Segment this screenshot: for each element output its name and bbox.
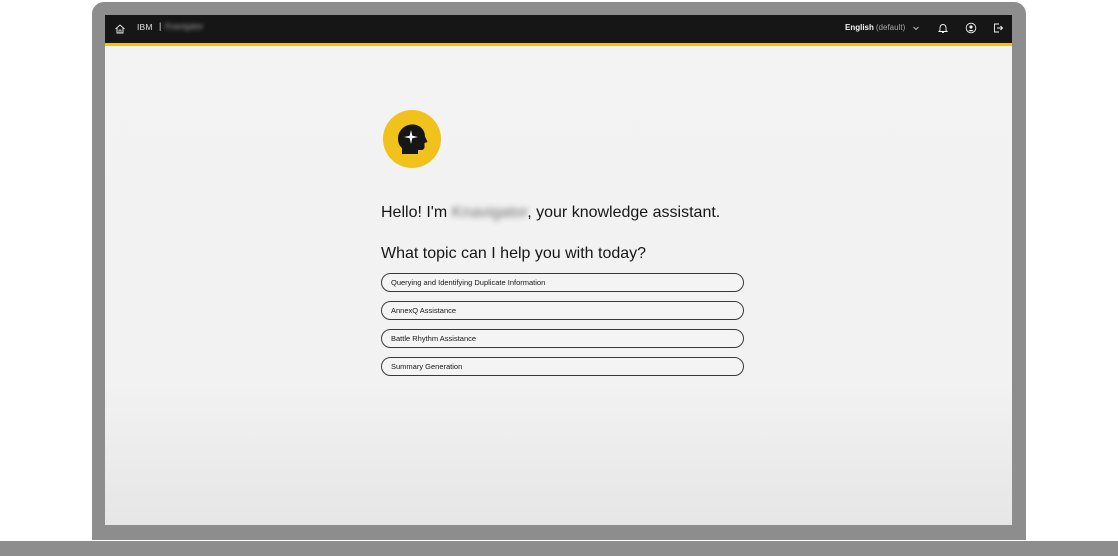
head-sparkle-icon: [398, 124, 428, 154]
bell-icon[interactable]: [937, 22, 949, 34]
top-navigation-bar: IBM | Knavigator English (default): [105, 15, 1012, 46]
topic-list: Querying and Identifying Duplicate Infor…: [381, 273, 744, 385]
assistant-name: Knavigator: [451, 204, 528, 221]
brand-name[interactable]: IBM: [137, 22, 153, 32]
logout-icon[interactable]: [992, 22, 1004, 34]
language-selector[interactable]: English (default): [845, 23, 920, 32]
assistant-avatar: [383, 110, 441, 168]
laptop-base: [0, 541, 1118, 556]
topic-button-duplicate-information[interactable]: Querying and Identifying Duplicate Infor…: [381, 273, 744, 292]
user-avatar-icon[interactable]: [965, 22, 977, 34]
topic-question: What topic can I help you with today?: [381, 245, 647, 262]
app-screen: IBM | Knavigator English (default) Hello…: [105, 15, 1012, 525]
topic-button-battle-rhythm[interactable]: Battle Rhythm Assistance: [381, 329, 744, 348]
greeting-text: Hello! I'm Knavigator, your knowledge as…: [381, 204, 720, 222]
home-icon[interactable]: [114, 23, 126, 35]
app-name[interactable]: Knavigator: [165, 22, 203, 31]
greeting-prefix: Hello! I'm: [381, 204, 452, 221]
chevron-down-icon: [913, 26, 920, 30]
language-suffix: (default): [875, 23, 906, 32]
header-separator: |: [159, 21, 162, 31]
greeting-suffix: , your knowledge assistant.: [527, 204, 721, 221]
topic-button-annexq[interactable]: AnnexQ Assistance: [381, 301, 744, 320]
topic-button-summary-generation[interactable]: Summary Generation: [381, 357, 744, 376]
language-label: English: [845, 23, 874, 32]
